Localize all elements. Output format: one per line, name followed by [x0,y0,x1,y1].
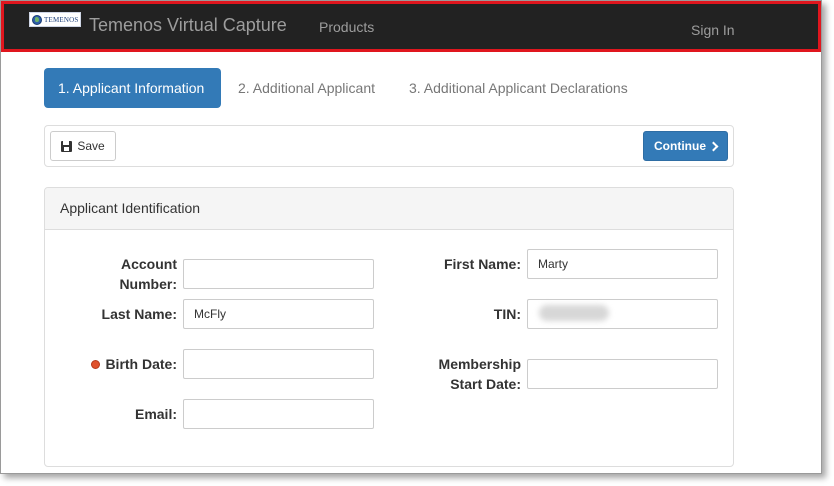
membership-start-date-input[interactable] [527,359,718,389]
membership-start-date-label-line2: Start Date: [450,376,521,392]
birth-date-input[interactable] [183,349,374,379]
save-button-label: Save [77,139,105,153]
account-number-label-line2: Number: [119,276,177,292]
last-name-input[interactable] [183,299,374,329]
globe-icon [32,14,42,25]
action-toolbar: Save Continue [44,125,734,167]
account-number-input[interactable] [183,259,374,289]
tin-label: TIN: [493,306,521,322]
birth-date-label: Birth Date: [71,354,177,374]
birth-date-label-text: Birth Date: [105,356,177,372]
logo-text: TEMENOS [44,15,79,24]
brand-title[interactable]: Temenos Virtual Capture [89,15,287,36]
last-name-label: Last Name: [101,306,177,322]
temenos-logo[interactable]: TEMENOS [29,12,81,27]
nav-link-sign-in[interactable]: Sign In [691,22,735,38]
nav-link-products[interactable]: Products [319,19,374,35]
save-button[interactable]: Save [50,131,116,161]
step-tab-additional-applicant[interactable]: 2. Additional Applicant [238,68,375,108]
email-label: Email: [134,406,177,422]
account-number-label: Account Number: [101,254,177,294]
tin-redacted-value [539,305,609,321]
membership-start-date-label-line1: Membership [438,356,521,372]
continue-button-label: Continue [654,139,706,153]
required-indicator-icon [91,360,101,369]
top-navbar: TEMENOS Temenos Virtual Capture Products… [1,1,821,52]
email-input[interactable] [183,399,374,429]
continue-button[interactable]: Continue [643,131,728,161]
step-tab-additional-applicant-declarations[interactable]: 3. Additional Applicant Declarations [409,68,628,108]
first-name-label: First Name: [443,256,521,272]
floppy-disk-icon [61,140,73,152]
step-tab-applicant-information[interactable]: 1. Applicant Information [44,68,221,108]
app-window: TEMENOS Temenos Virtual Capture Products… [0,0,822,474]
membership-start-date-label: Membership Start Date: [421,354,521,394]
first-name-input[interactable] [527,249,718,279]
panel-title: Applicant Identification [45,188,733,230]
chevron-right-icon [708,141,719,151]
account-number-label-line1: Account [121,256,177,272]
